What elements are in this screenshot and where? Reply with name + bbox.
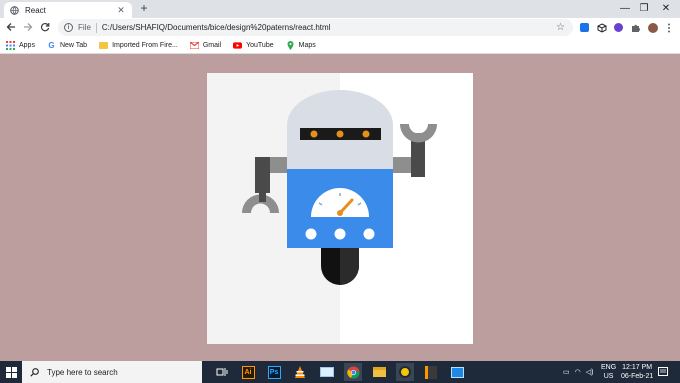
bookmark-new-tab[interactable]: G New Tab bbox=[47, 41, 87, 50]
gauge-pivot bbox=[337, 210, 343, 216]
cube-extension-icon[interactable] bbox=[596, 22, 607, 33]
tab-strip: React ✕ + — ❐ ✕ bbox=[0, 0, 680, 18]
reload-icon bbox=[40, 23, 50, 32]
robot-illustration bbox=[242, 90, 437, 285]
notification-icon[interactable] bbox=[658, 361, 668, 383]
task-view-icon[interactable] bbox=[213, 363, 231, 381]
bookmark-youtube[interactable]: YouTube bbox=[233, 41, 274, 50]
globe-icon bbox=[10, 5, 19, 15]
bookmark-label: Apps bbox=[19, 41, 35, 49]
reload-button[interactable] bbox=[38, 20, 52, 34]
robot-card bbox=[207, 73, 473, 344]
bookmarks-bar: Apps G New Tab Imported From Fire... Gma… bbox=[0, 37, 680, 54]
robot-wheel-shade bbox=[340, 248, 359, 285]
language-indicator[interactable]: ENG US bbox=[601, 361, 616, 383]
system-tray-icons[interactable]: ▭ ◠ ◁) bbox=[563, 361, 593, 383]
chrome-icon[interactable] bbox=[344, 363, 362, 381]
body-button bbox=[363, 228, 375, 240]
region-code: US bbox=[603, 373, 614, 380]
address-bar[interactable]: i File C:/Users/SHAFIQ/Documents/bice/de… bbox=[58, 19, 573, 36]
illustrator-icon[interactable]: Ai bbox=[239, 363, 257, 381]
language-code: ENG bbox=[601, 364, 617, 371]
search-placeholder: Type here to search bbox=[47, 367, 118, 377]
volume-icon[interactable]: ◁) bbox=[586, 368, 594, 376]
browser-toolbar: i File C:/Users/SHAFIQ/Documents/bice/de… bbox=[0, 18, 680, 37]
star-icon[interactable]: ☆ bbox=[556, 22, 565, 33]
puzzle-icon[interactable] bbox=[630, 22, 641, 33]
photos-icon[interactable] bbox=[448, 363, 466, 381]
file-explorer-icon[interactable] bbox=[370, 363, 388, 381]
mail-icon[interactable] bbox=[318, 363, 336, 381]
tab-close-icon[interactable]: ✕ bbox=[116, 5, 126, 15]
windows-taskbar: Type here to search Ai Ps ▭ ◠ ◁) ENG US … bbox=[0, 361, 680, 383]
clock-time: 12:17 PM bbox=[622, 364, 653, 371]
arrow-right-icon bbox=[24, 23, 33, 31]
info-icon[interactable]: i bbox=[64, 23, 73, 32]
wifi-icon[interactable]: ◠ bbox=[575, 368, 581, 376]
address-separator bbox=[95, 22, 97, 33]
bookmark-apps[interactable]: Apps bbox=[6, 40, 35, 50]
browser-tab[interactable]: React ✕ bbox=[4, 2, 132, 18]
robot-left-arm bbox=[242, 157, 287, 213]
bookmark-gmail[interactable]: Gmail bbox=[189, 41, 222, 50]
bookmark-label: Maps bbox=[298, 41, 316, 49]
visor-light bbox=[310, 130, 318, 138]
address-scheme: File bbox=[78, 23, 91, 32]
bookmark-imported[interactable]: Imported From Fire... bbox=[99, 41, 178, 50]
visor-light bbox=[336, 130, 344, 138]
gmail-icon bbox=[189, 41, 199, 50]
robot-right-arm bbox=[393, 124, 437, 177]
forward-button[interactable] bbox=[21, 20, 35, 34]
youtube-icon bbox=[233, 41, 243, 50]
extension-blue-icon[interactable] bbox=[579, 22, 590, 33]
visor-light bbox=[362, 130, 370, 138]
maps-icon bbox=[286, 40, 295, 50]
bookmark-label: New Tab bbox=[59, 41, 88, 49]
windows-icon bbox=[5, 366, 17, 378]
arrow-left-icon bbox=[6, 23, 15, 31]
app-icon[interactable] bbox=[396, 363, 414, 381]
body-button bbox=[305, 228, 317, 240]
tab-title: React bbox=[25, 5, 46, 15]
vlc-icon[interactable] bbox=[291, 363, 309, 381]
google-icon: G bbox=[48, 40, 55, 50]
start-button[interactable] bbox=[0, 361, 22, 383]
network-icon[interactable]: ▭ bbox=[563, 368, 570, 376]
clock[interactable]: 12:17 PM 06-Feb-21 bbox=[621, 361, 653, 383]
avatar[interactable] bbox=[647, 22, 658, 33]
folder-icon bbox=[99, 41, 109, 50]
menu-kebab-icon[interactable] bbox=[663, 22, 674, 33]
clock-date: 06-Feb-21 bbox=[621, 373, 654, 380]
bookmark-label: Gmail bbox=[202, 41, 222, 49]
search-icon bbox=[30, 367, 39, 377]
photoshop-icon[interactable]: Ps bbox=[265, 363, 283, 381]
back-button[interactable] bbox=[4, 20, 18, 34]
bookmark-label: YouTube bbox=[246, 41, 274, 49]
purple-extension-icon[interactable] bbox=[613, 22, 624, 33]
body-button bbox=[334, 228, 346, 240]
taskbar-search[interactable]: Type here to search bbox=[22, 361, 202, 383]
new-tab-button[interactable]: + bbox=[137, 1, 151, 15]
bookmark-label: Imported From Fire... bbox=[112, 41, 178, 49]
apps-grid-icon bbox=[6, 40, 15, 50]
page-viewport bbox=[0, 55, 680, 361]
bookmark-maps[interactable]: Maps bbox=[286, 40, 316, 50]
address-url[interactable]: C:/Users/SHAFIQ/Documents/bice/design%20… bbox=[102, 23, 331, 32]
sublime-icon[interactable] bbox=[422, 363, 440, 381]
window-close-button[interactable]: ✕ bbox=[652, 0, 680, 16]
